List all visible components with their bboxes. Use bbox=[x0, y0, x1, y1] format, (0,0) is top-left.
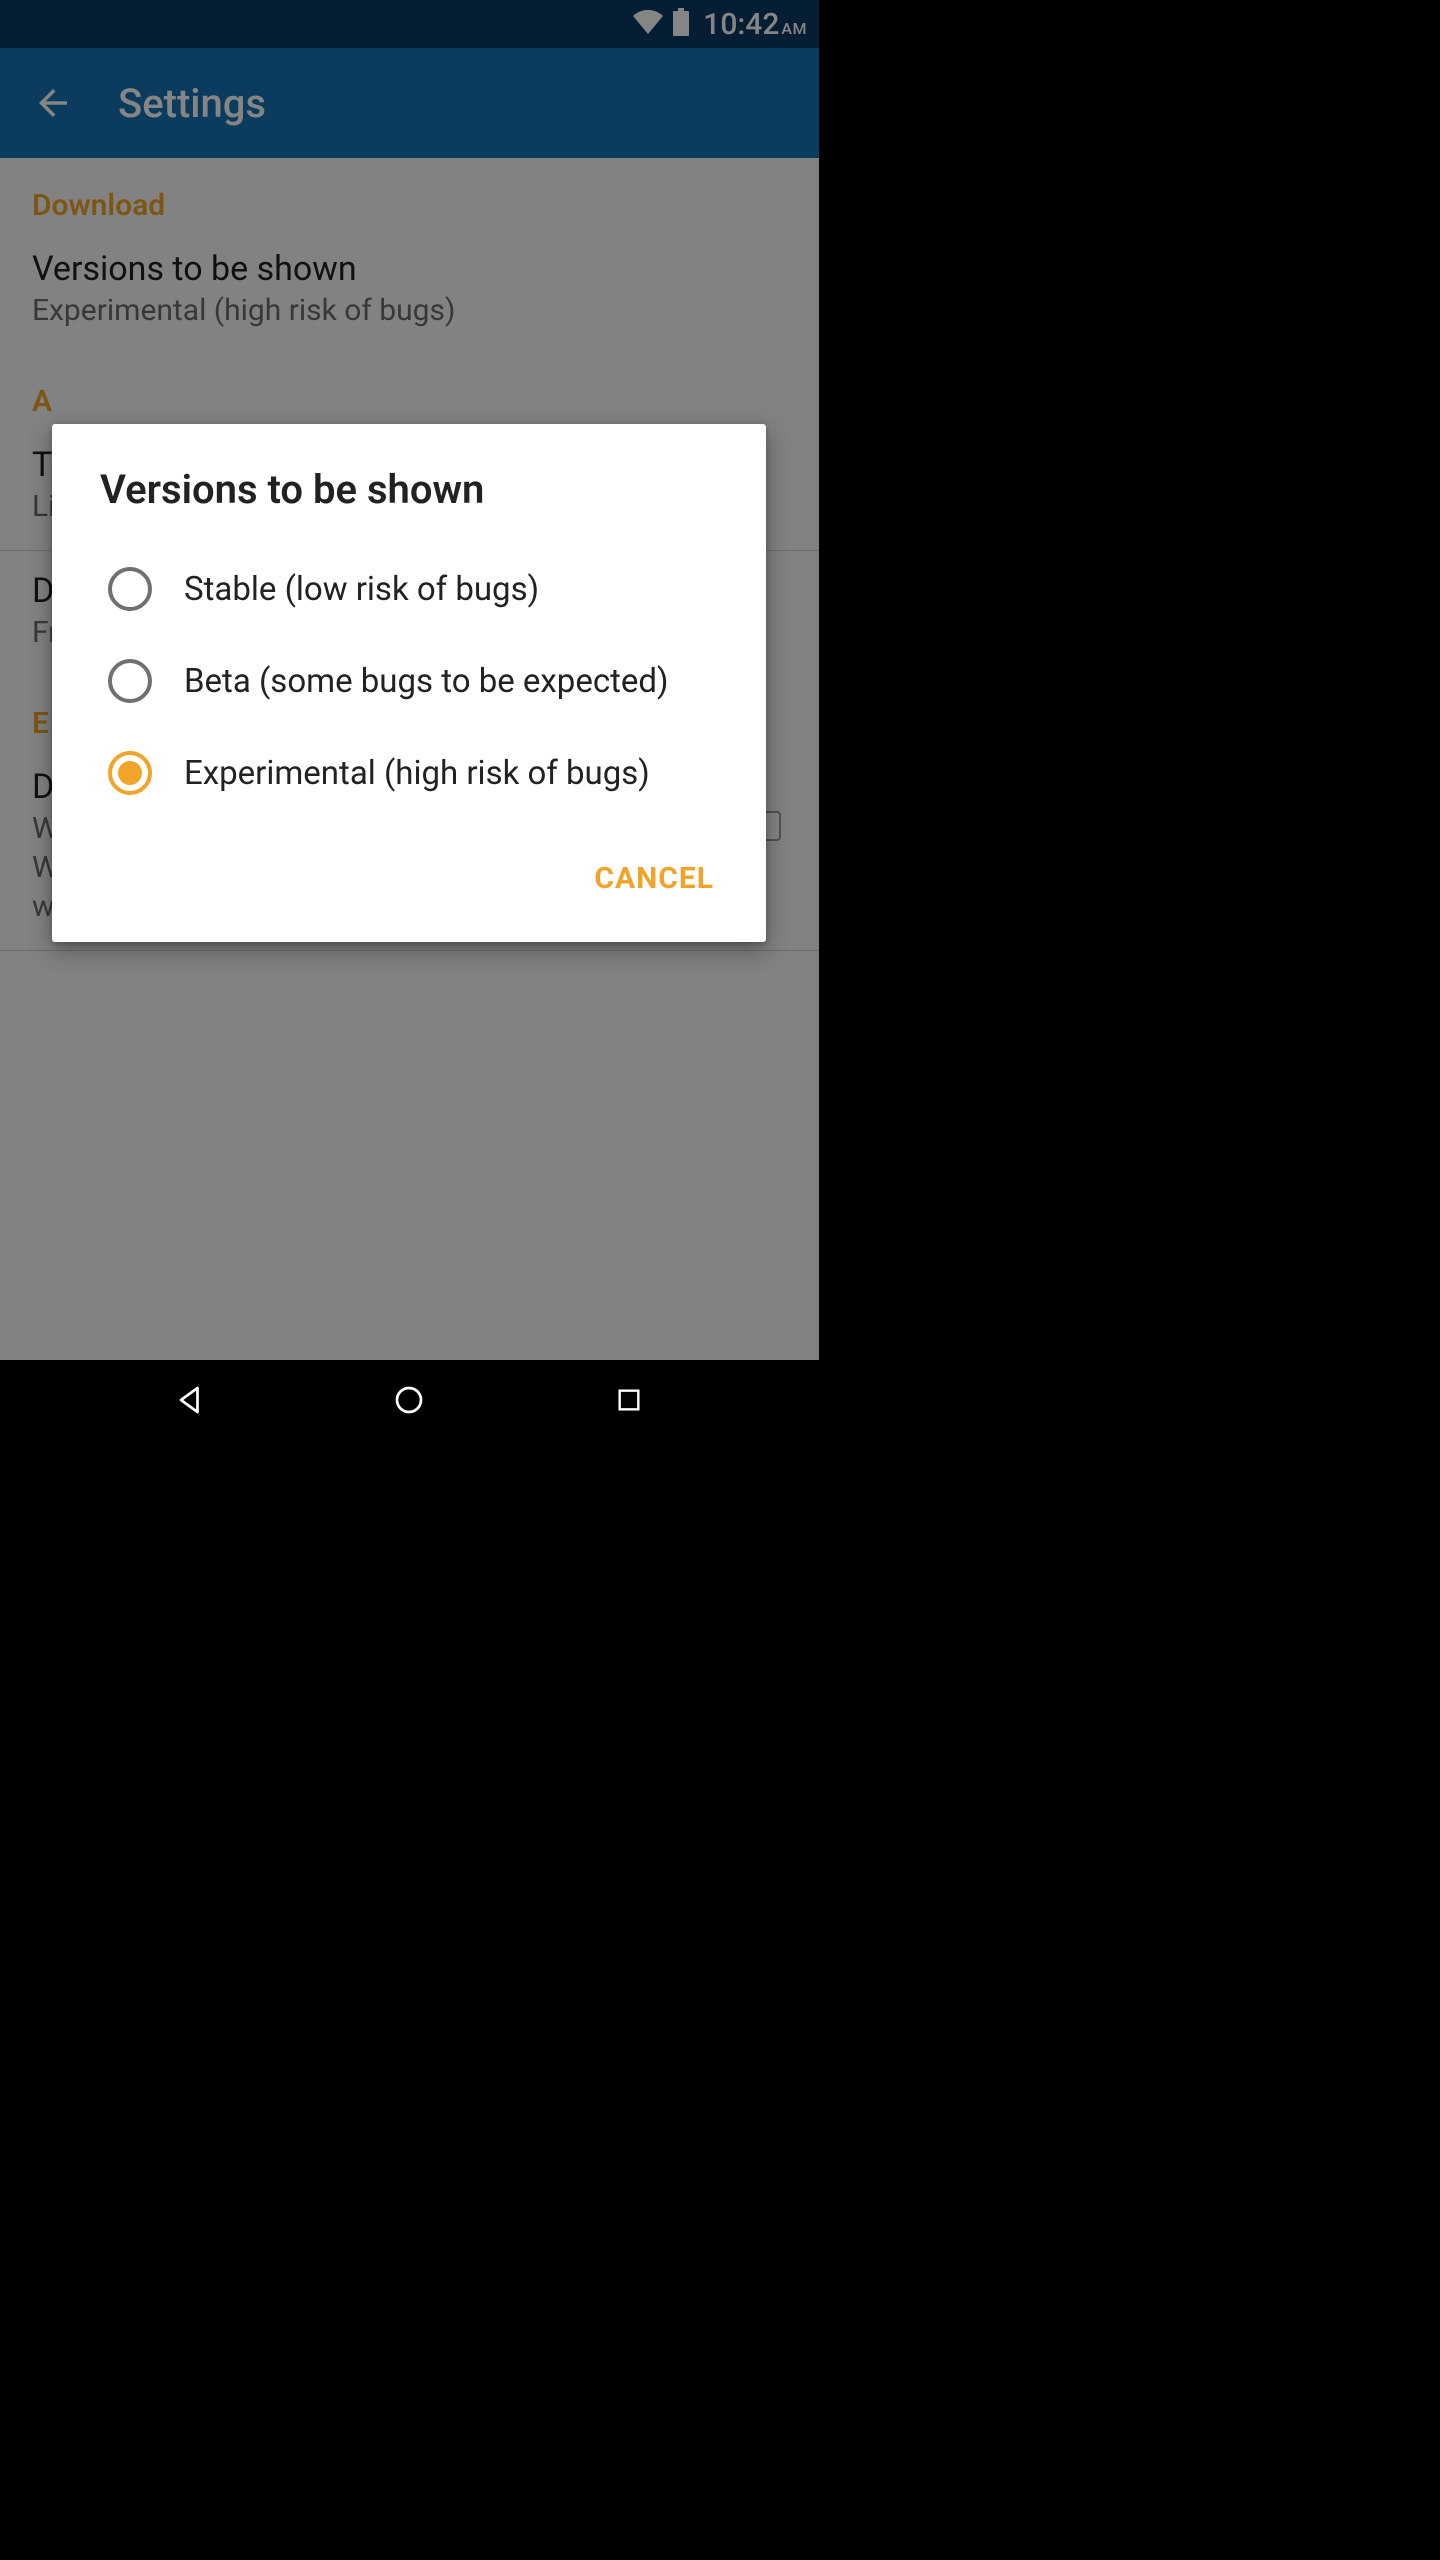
radio-icon bbox=[108, 659, 152, 703]
square-recents-icon bbox=[613, 1384, 645, 1416]
screen: 10:42 AM Settings Download Versions to b… bbox=[0, 0, 819, 1440]
radio-label: Stable (low risk of bugs) bbox=[184, 570, 539, 609]
radio-option-stable[interactable]: Stable (low risk of bugs) bbox=[52, 543, 766, 635]
nav-home-button[interactable] bbox=[379, 1370, 439, 1430]
radio-icon bbox=[108, 751, 152, 795]
radio-option-experimental[interactable]: Experimental (high risk of bugs) bbox=[52, 727, 766, 819]
radio-list: Stable (low risk of bugs) Beta (some bug… bbox=[52, 543, 766, 819]
cancel-button[interactable]: CANCEL bbox=[590, 855, 718, 902]
triangle-back-icon bbox=[172, 1382, 208, 1418]
radio-option-beta[interactable]: Beta (some bugs to be expected) bbox=[52, 635, 766, 727]
radio-label: Beta (some bugs to be expected) bbox=[184, 662, 669, 701]
nav-back-button[interactable] bbox=[160, 1370, 220, 1430]
nav-recents-button[interactable] bbox=[599, 1370, 659, 1430]
radio-icon bbox=[108, 567, 152, 611]
navigation-bar bbox=[0, 1360, 819, 1440]
dialog-actions: CANCEL bbox=[52, 819, 766, 942]
dialog-title: Versions to be shown bbox=[52, 424, 766, 543]
circle-home-icon bbox=[391, 1382, 427, 1418]
radio-label: Experimental (high risk of bugs) bbox=[184, 754, 650, 793]
dialog-versions: Versions to be shown Stable (low risk of… bbox=[52, 424, 766, 942]
